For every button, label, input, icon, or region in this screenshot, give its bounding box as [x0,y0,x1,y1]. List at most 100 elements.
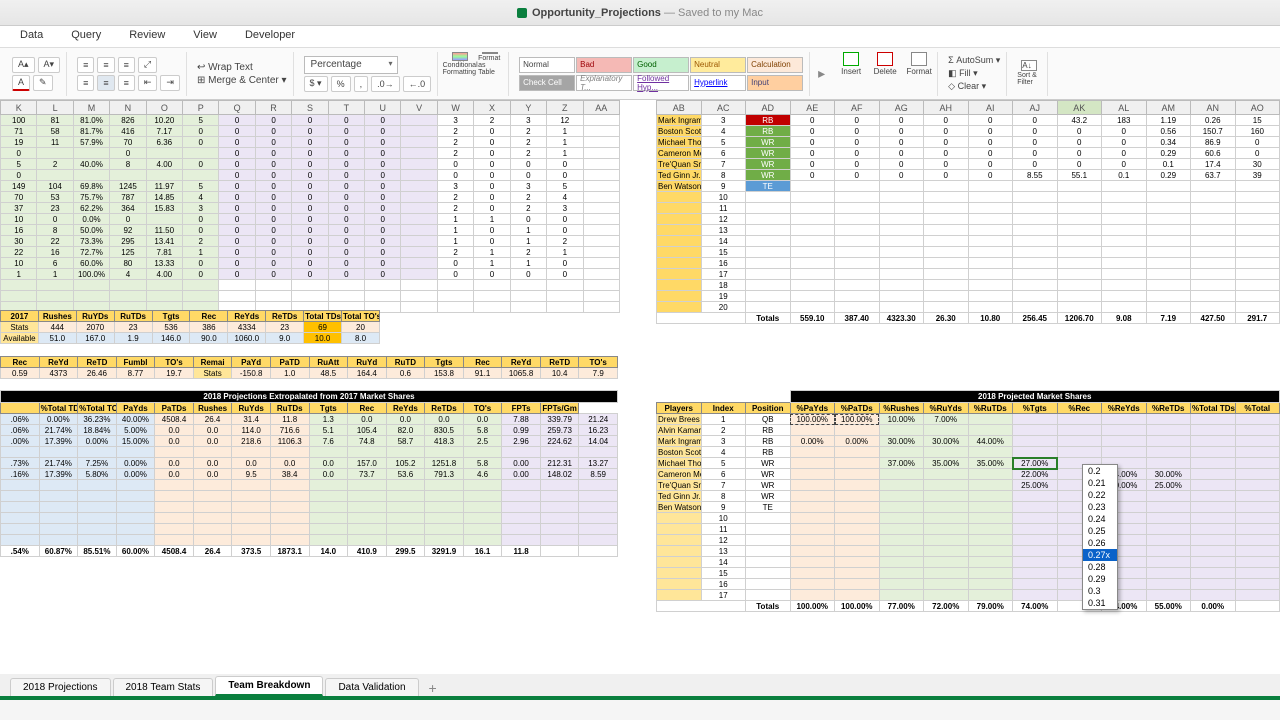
cell[interactable]: 0 [292,225,328,236]
cell[interactable]: 1 [437,236,473,247]
cell[interactable]: 0 [1013,126,1058,137]
cell[interactable] [1013,181,1058,192]
cell[interactable]: 0 [547,170,583,181]
cell[interactable] [1235,181,1280,192]
cell[interactable]: 0 [219,269,255,280]
cell[interactable] [790,181,835,192]
style-3[interactable]: Hyperlink [690,75,746,91]
cell[interactable]: 17.4 [1191,159,1236,170]
cell[interactable]: 0 [183,126,219,137]
col-U[interactable]: U [365,101,401,115]
cell[interactable]: TE [746,181,791,192]
menu-review[interactable]: Review [115,26,179,47]
cell[interactable]: 39 [1235,170,1280,181]
col-AD[interactable]: AD [746,101,791,115]
cell[interactable]: 6.36 [146,137,182,148]
cell[interactable]: 0 [510,269,546,280]
cell[interactable]: 0 [365,170,401,181]
fmt-table-btn[interactable]: Format as Table [478,52,502,76]
cell[interactable]: 0 [924,115,969,126]
sort-filter-btn[interactable]: A↓Sort & Filter [1017,62,1041,86]
font-inc[interactable]: A▴ [12,57,35,73]
cell[interactable] [401,214,437,225]
cell[interactable]: 9 [701,181,746,192]
cell[interactable]: 10 [1,214,37,225]
cell[interactable]: 30 [1235,159,1280,170]
cell[interactable]: 0 [292,126,328,137]
cell[interactable]: 0 [1102,148,1147,159]
cell[interactable]: 0 [968,159,1013,170]
cell[interactable]: 183 [1102,115,1147,126]
cell[interactable]: 1 [547,247,583,258]
cell[interactable]: 0.0% [73,214,109,225]
cell[interactable]: 0 [790,170,835,181]
style-1[interactable]: Explanatory T... [576,75,632,91]
market-share-table[interactable]: 2018 Projected Market Shares PlayersInde… [656,390,1280,612]
menu-developer[interactable]: Developer [231,26,309,47]
cell[interactable]: 0 [219,225,255,236]
cell[interactable]: 416 [110,126,146,137]
cell[interactable]: 16 [1,225,37,236]
dd-opt[interactable]: 0.2 [1083,465,1117,477]
cell[interactable]: 0 [547,159,583,170]
cell[interactable]: 6 [701,148,746,159]
dd-opt[interactable]: 0.26 [1083,537,1117,549]
cell[interactable]: 0.34 [1146,137,1191,148]
cell[interactable]: 0 [790,159,835,170]
cond-fmt-btn[interactable]: Conditional Formatting [448,52,472,76]
cell[interactable]: 2 [183,236,219,247]
cell[interactable]: 60.0% [73,258,109,269]
col-N[interactable]: N [110,101,146,115]
cell[interactable]: 0 [365,115,401,126]
col-AG[interactable]: AG [879,101,924,115]
cell[interactable]: 0 [365,203,401,214]
align-c[interactable]: ≡ [97,75,114,91]
cell[interactable]: 0 [1057,137,1102,148]
cell[interactable]: 0 [474,181,510,192]
cell[interactable]: 0 [879,159,924,170]
cell[interactable]: 10 [1,258,37,269]
col-V[interactable]: V [401,101,437,115]
cell[interactable]: 2 [510,148,546,159]
align-top[interactable]: ≡ [77,57,94,73]
cell[interactable]: 0 [328,225,364,236]
col-T[interactable]: T [328,101,364,115]
cell[interactable]: 22 [1,247,37,258]
cell[interactable]: 0 [328,258,364,269]
cell[interactable]: 0 [968,126,1013,137]
cell[interactable]: 0 [255,269,291,280]
cell[interactable]: 3 [701,115,746,126]
cell[interactable]: 0 [365,126,401,137]
cell[interactable]: 0 [968,170,1013,181]
cell[interactable]: 0 [474,159,510,170]
grid-left[interactable]: KLMNOPQRSTUVWXYZAA 1008181.0%82610.20500… [0,100,620,313]
cell[interactable]: 0 [328,126,364,137]
cell[interactable]: 5 [183,115,219,126]
cell[interactable]: 0 [510,170,546,181]
cell[interactable]: 0 [474,225,510,236]
cell[interactable] [401,115,437,126]
dec-dec[interactable]: ←.0 [403,76,432,92]
cell[interactable]: 0 [292,115,328,126]
cell[interactable] [401,203,437,214]
cell[interactable]: 0 [37,214,73,225]
cell[interactable] [879,181,924,192]
style-neutral[interactable]: Neutral [690,57,746,73]
style-0[interactable]: Check Cell [519,75,575,91]
cell[interactable]: 8.55 [1013,170,1058,181]
cell[interactable]: 5 [1,159,37,170]
col-AL[interactable]: AL [1102,101,1147,115]
cell[interactable]: 0 [328,148,364,159]
cell[interactable]: 0 [328,214,364,225]
cell[interactable]: 0 [292,192,328,203]
cell[interactable]: 0 [1235,148,1280,159]
cell[interactable]: 11.97 [146,181,182,192]
cell[interactable] [583,192,620,203]
cell[interactable]: 295 [110,236,146,247]
cell[interactable]: 72.7% [73,247,109,258]
cell[interactable] [583,137,620,148]
cell[interactable]: 0 [328,236,364,247]
align-r[interactable]: ≡ [118,75,135,91]
cell[interactable]: 2 [547,236,583,247]
cell[interactable]: 1 [510,258,546,269]
